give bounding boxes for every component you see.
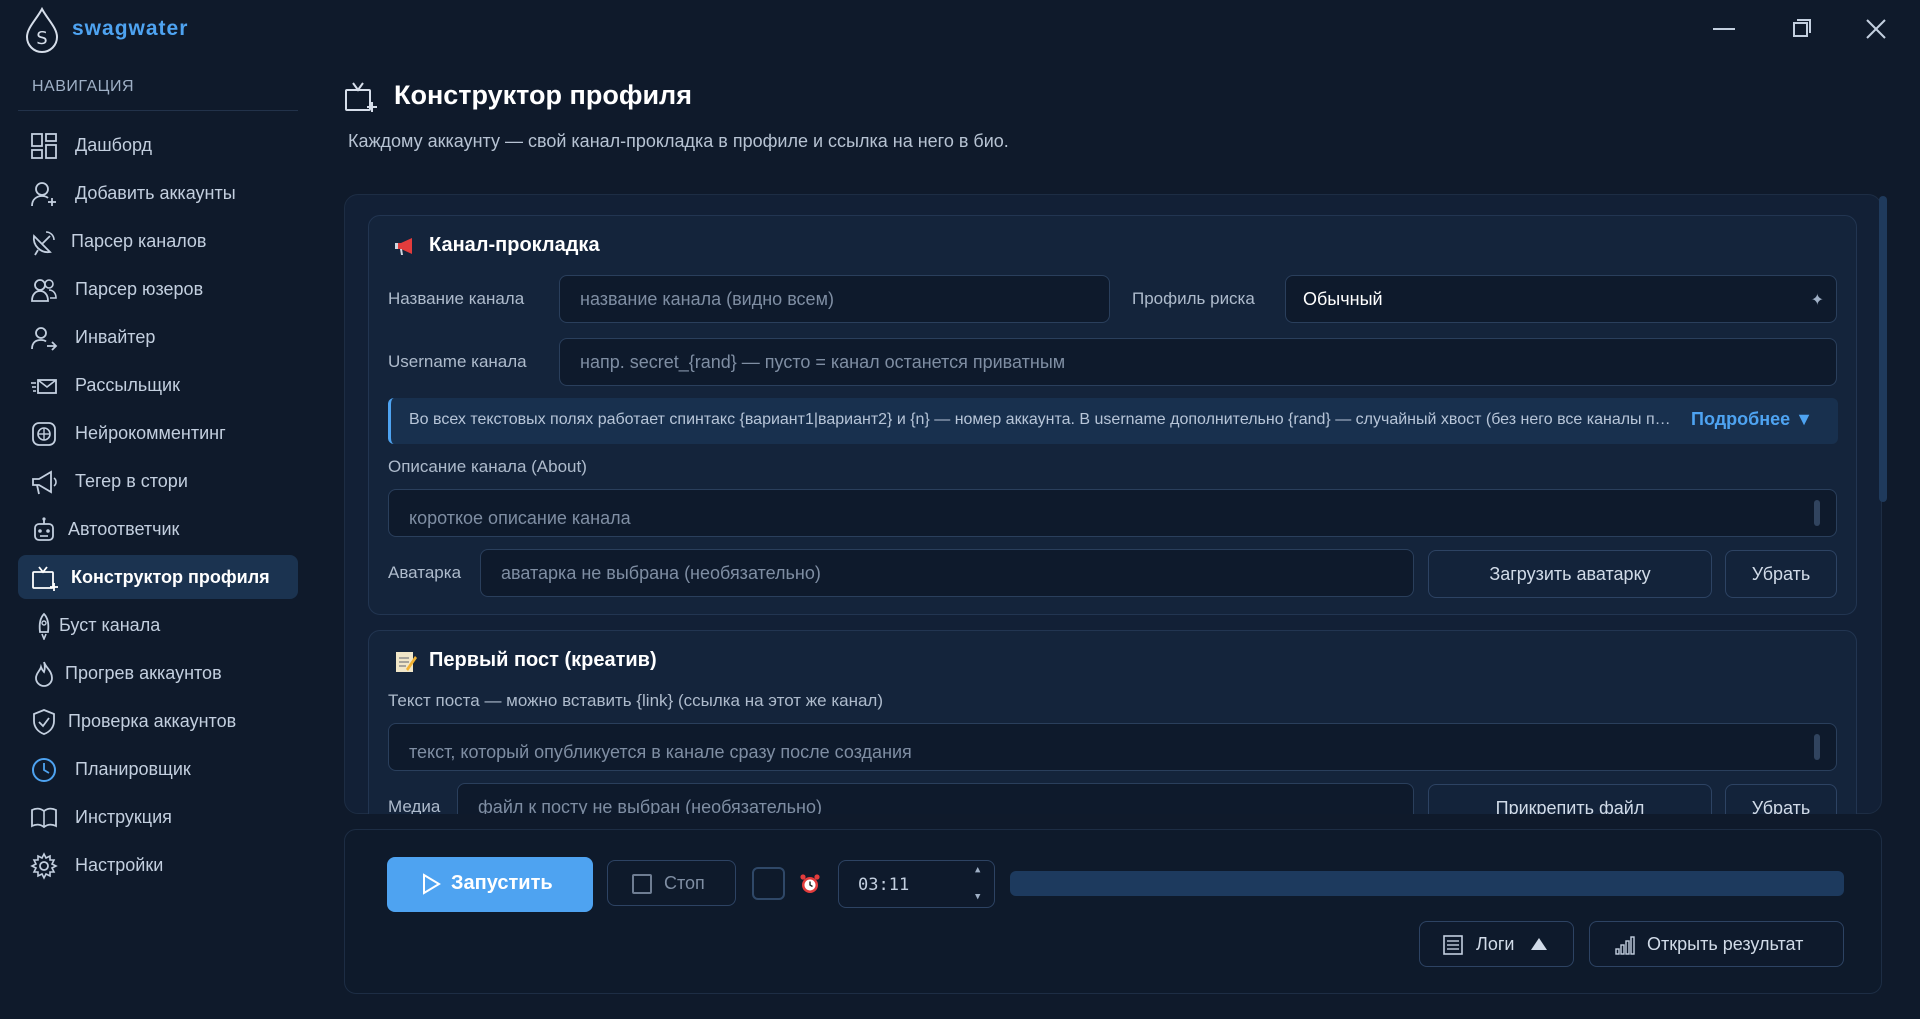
sidebar-item-label: Конструктор профиля [71, 567, 270, 587]
sidebar-item-scheduler[interactable]: Планировщик [18, 747, 298, 791]
sidebar-item-label: Тегер в стори [75, 471, 188, 491]
title-bar: S swagwater [0, 0, 1920, 60]
minimize-button[interactable] [1706, 12, 1742, 46]
flame-icon [35, 661, 53, 687]
time-input[interactable]: 03:11 ▲ ▼ [838, 860, 995, 908]
sidebar-item-label: Буст канала [59, 615, 161, 635]
sidebar-item-label: Рассыльщик [75, 375, 180, 395]
water-drop-logo-icon: S [25, 6, 59, 53]
sidebar: НАВИГАЦИЯ Дашборд Добавить аккаунты Парс… [0, 60, 310, 1019]
page-subtitle: Каждому аккаунту — свой канал-прокладка … [348, 131, 1009, 151]
tv-add-icon [345, 82, 377, 112]
sidebar-item-label: Парсер каналов [71, 231, 207, 251]
sidebar-item-label: Нейрокомментинг [75, 423, 226, 443]
clock-icon [32, 758, 56, 782]
sidebar-item-label: Дашборд [75, 135, 153, 155]
run-button[interactable]: Запустить [387, 857, 593, 912]
attach-file-button[interactable]: Прикрепить файл [1428, 784, 1712, 814]
sidebar-item-channel-boost[interactable]: Буст канала [18, 603, 298, 647]
sidebar-item-label: Инвайтер [75, 327, 156, 347]
sidebar-item-mailer[interactable]: Рассыльщик [18, 363, 298, 407]
stop-button[interactable]: Стоп [607, 860, 736, 906]
post-text-placeholder: текст, который опубликуется в канале сра… [409, 742, 912, 762]
alarm-clock-icon [800, 874, 820, 893]
sidebar-item-neurocommenting[interactable]: Нейрокомментинг [18, 411, 298, 455]
post-text-textarea[interactable]: текст, который опубликуется в канале сра… [388, 723, 1837, 771]
media-path-field: файл к посту не выбран (необязательно) [457, 783, 1414, 814]
robot-icon [34, 517, 54, 541]
spin-down-icon[interactable]: ▼ [975, 892, 980, 902]
logs-label: Логи [1476, 934, 1515, 954]
svg-text:S: S [36, 28, 47, 49]
sidebar-item-label: Инструкция [75, 807, 172, 827]
sidebar-item-dashboard[interactable]: Дашборд [18, 123, 298, 167]
time-value: 03:11 [858, 875, 910, 895]
sidebar-item-account-check[interactable]: Проверка аккаунтов [18, 699, 298, 743]
sidebar-item-autoresponder[interactable]: Автоответчик [18, 507, 298, 551]
post-card-viewport: Первый пост (креатив) Текст поста — можн… [344, 194, 1882, 814]
logs-list-icon [1443, 935, 1463, 955]
close-button[interactable] [1858, 12, 1894, 46]
sidebar-item-label: Проверка аккаунтов [68, 711, 237, 731]
sidebar-item-story-tagger[interactable]: Тегер в стори [18, 459, 298, 503]
gear-icon [30, 852, 58, 880]
sidebar-item-label: Планировщик [75, 759, 191, 779]
open-result-label: Открыть результат [1647, 934, 1804, 954]
play-icon [423, 873, 441, 895]
nav-divider [18, 110, 298, 111]
chevron-up-icon [1531, 938, 1547, 950]
add-user-icon [31, 182, 56, 207]
sidebar-item-profile-builder[interactable]: Конструктор профиля [18, 555, 298, 599]
remove-media-button[interactable]: Убрать [1725, 784, 1837, 814]
post-text-label: Текст поста — можно вставить {link} (ссы… [388, 691, 884, 710]
satellite-icon [32, 231, 55, 256]
spin-up-icon[interactable]: ▲ [975, 865, 980, 875]
app-brand: swagwater [72, 17, 189, 40]
sidebar-item-label: Прогрев аккаунтов [65, 663, 222, 683]
tv-add-icon [32, 566, 58, 591]
media-label: Медиа [388, 797, 441, 814]
post-card-title: Первый пост (креатив) [429, 649, 657, 671]
run-label: Запустить [451, 872, 553, 894]
megaphone-icon [32, 470, 57, 495]
sidebar-item-label: Парсер юзеров [75, 279, 204, 299]
sidebar-item-add-accounts[interactable]: Добавить аккаунты [18, 171, 298, 215]
maximize-button[interactable] [1782, 12, 1818, 46]
stop-label: Стоп [664, 873, 705, 893]
users-icon [31, 279, 57, 302]
sidebar-item-label: Настройки [75, 855, 164, 875]
sidebar-item-label: Добавить аккаунты [75, 183, 236, 203]
sidebar-item-user-parser[interactable]: Парсер юзеров [18, 267, 298, 311]
sidebar-item-channel-parser[interactable]: Парсер каналов [18, 219, 298, 263]
schedule-checkbox[interactable] [752, 867, 785, 900]
textarea-scrollbar[interactable] [1814, 734, 1820, 760]
logs-button[interactable]: Логи [1419, 921, 1574, 967]
sidebar-item-label: Автоответчик [68, 519, 180, 539]
sidebar-item-instructions[interactable]: Инструкция [18, 795, 298, 839]
progress-bar [1010, 871, 1844, 896]
sidebar-item-warmup[interactable]: Прогрев аккаунтов [18, 651, 298, 695]
memo-emoji-icon [396, 652, 417, 672]
nav-title: НАВИГАЦИЯ [32, 78, 135, 95]
open-result-button[interactable]: Открыть результат [1589, 921, 1844, 967]
sidebar-item-inviter[interactable]: Инвайтер [18, 315, 298, 359]
stop-square-icon [632, 874, 652, 894]
bar-chart-icon [1615, 936, 1635, 955]
rocket-icon [38, 612, 50, 640]
shield-check-icon [33, 709, 55, 735]
dashboard-icon [31, 133, 57, 159]
page-title: Конструктор профиля [394, 80, 692, 110]
sidebar-item-settings[interactable]: Настройки [18, 843, 298, 887]
brain-icon [32, 422, 56, 446]
send-mail-icon [31, 379, 57, 394]
invite-user-icon [31, 327, 58, 351]
book-icon [31, 807, 57, 829]
